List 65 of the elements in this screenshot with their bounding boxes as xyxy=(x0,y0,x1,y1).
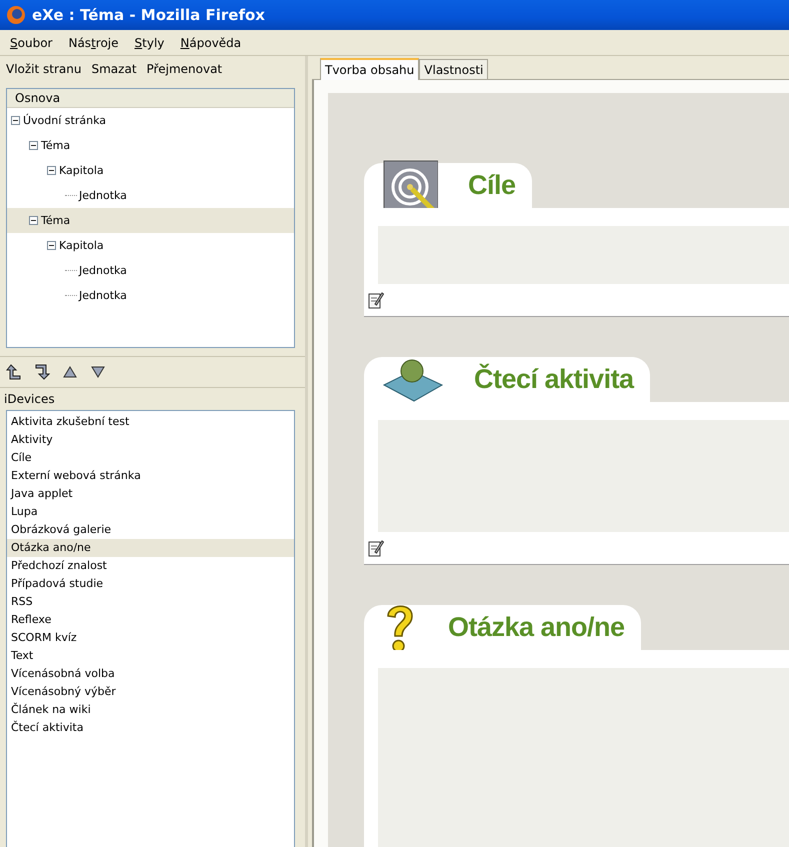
outline-label: Téma xyxy=(41,214,70,227)
book-icon xyxy=(382,356,444,402)
idevice-item[interactable]: Java applet xyxy=(7,485,294,503)
down-triangle-icon xyxy=(90,364,106,380)
idevice-item[interactable]: Text xyxy=(7,647,294,665)
toolbar-button[interactable]: Smazat xyxy=(88,60,141,78)
idevice-item[interactable]: Otázka ano/ne xyxy=(7,539,294,557)
toolbar-button[interactable]: Přejmenovat xyxy=(142,60,226,78)
collapse-icon[interactable] xyxy=(47,241,56,250)
outline-label: Jednotka xyxy=(79,264,127,277)
menu-item[interactable]: Styly xyxy=(128,34,170,52)
outline-header: Osnova xyxy=(7,89,294,108)
outline-row[interactable]: Jednotka xyxy=(7,283,294,308)
demote-arrow-icon xyxy=(34,364,50,380)
collapse-icon[interactable] xyxy=(29,216,38,225)
move-button[interactable] xyxy=(6,364,22,380)
idevice-item[interactable]: Cíle xyxy=(7,449,294,467)
outline-label: Jednotka xyxy=(79,289,127,302)
idevice-item[interactable]: Aktivity xyxy=(7,431,294,449)
move-button[interactable] xyxy=(62,364,78,380)
block-title: Otázka ano/ne xyxy=(448,612,625,643)
outline-row[interactable]: Kapitola xyxy=(7,158,294,183)
move-button[interactable] xyxy=(34,364,50,380)
edit-icon[interactable] xyxy=(368,291,384,309)
edit-icon[interactable] xyxy=(368,539,384,557)
tab[interactable]: Vlastnosti xyxy=(419,59,488,79)
idevice-item[interactable]: Vícenásobný výběr xyxy=(7,683,294,701)
outline-row[interactable]: Téma xyxy=(7,208,294,233)
idevice-item[interactable]: RSS xyxy=(7,593,294,611)
toolbar-button[interactable]: Vložit stranu xyxy=(2,60,86,78)
outline-label: Kapitola xyxy=(59,239,104,252)
outline-row[interactable]: Kapitola xyxy=(7,233,294,258)
idevice-item[interactable]: Obrázková galerie xyxy=(7,521,294,539)
idevice-item[interactable]: Externí webová stránka xyxy=(7,467,294,485)
promote-arrow-icon xyxy=(6,364,22,380)
collapse-icon[interactable] xyxy=(29,141,38,150)
menu-item[interactable]: Nástroje xyxy=(62,34,125,52)
collapse-icon[interactable] xyxy=(11,116,20,125)
idevice-item[interactable]: Lupa xyxy=(7,503,294,521)
idevice-item[interactable]: Aktivita zkušební test xyxy=(7,413,294,431)
outline-row[interactable]: Téma xyxy=(7,133,294,158)
idevice-item[interactable]: Vícenásobná volba xyxy=(7,665,294,683)
browser-logo-icon xyxy=(6,5,26,25)
tab[interactable]: Tvorba obsahu xyxy=(320,58,420,80)
block-title: Čtecí aktivita xyxy=(474,364,634,395)
outline-row[interactable]: Úvodní stránka xyxy=(7,108,294,133)
outline-label: Úvodní stránka xyxy=(23,114,106,127)
idevice-item[interactable]: Předchozí znalost xyxy=(7,557,294,575)
move-button[interactable] xyxy=(90,364,106,380)
idevice-item[interactable]: Případová studie xyxy=(7,575,294,593)
up-triangle-icon xyxy=(62,364,78,380)
outline-label: Jednotka xyxy=(79,189,127,202)
block-title: Cíle xyxy=(468,170,516,201)
collapse-icon[interactable] xyxy=(47,166,56,175)
menu-item[interactable]: Nápověda xyxy=(174,34,248,52)
outline-row[interactable]: Jednotka xyxy=(7,183,294,208)
menu-item[interactable]: Soubor xyxy=(4,34,58,52)
window-title: eXe : Téma - Mozilla Firefox xyxy=(32,6,265,24)
outline-label: Kapitola xyxy=(59,164,104,177)
idevice-item[interactable]: Článek na wiki xyxy=(7,701,294,719)
outline-label: Téma xyxy=(41,139,70,152)
outline-row[interactable]: Jednotka xyxy=(7,258,294,283)
idevice-item[interactable]: SCORM kvíz xyxy=(7,629,294,647)
idevice-item[interactable]: Reflexe xyxy=(7,611,294,629)
idevice-item[interactable]: Čtecí aktivita xyxy=(7,719,294,737)
